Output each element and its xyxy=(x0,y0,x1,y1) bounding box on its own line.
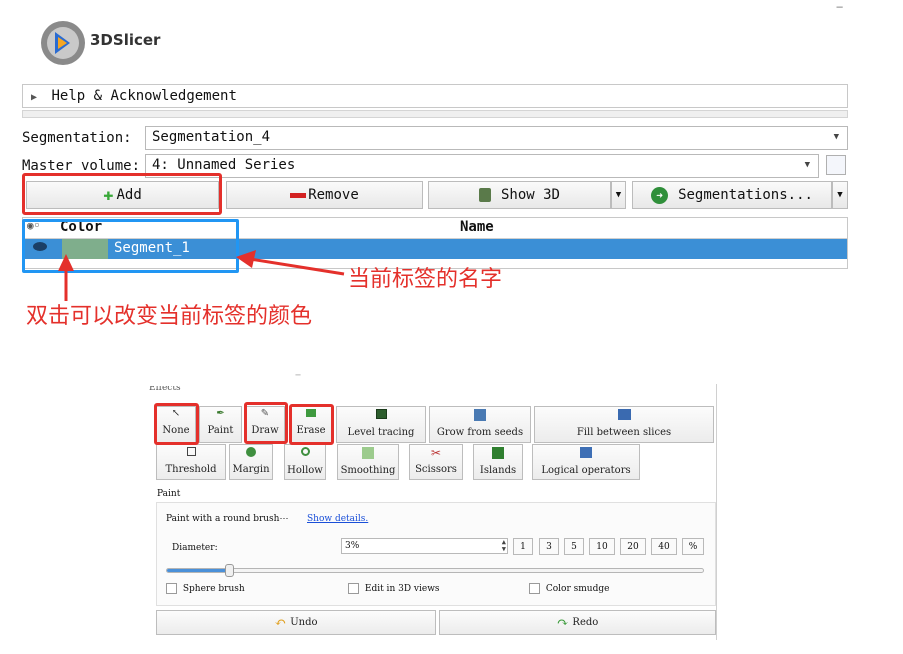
paint-description: Paint with a round brush⋯ xyxy=(166,514,289,524)
effect-scissors-button[interactable]: ✂ Scissors xyxy=(409,444,463,480)
logical-operators-icon xyxy=(580,447,592,458)
diameter-slider-handle[interactable] xyxy=(225,564,234,577)
effect-islands-button[interactable]: Islands xyxy=(473,444,523,480)
highlight-erase xyxy=(289,404,334,445)
undo-button[interactable]: ↶ Undo xyxy=(156,610,436,635)
diameter-preset-10[interactable]: 10 xyxy=(589,538,615,555)
highlight-draw xyxy=(244,402,288,444)
grow-seeds-icon xyxy=(474,409,486,421)
threshold-icon xyxy=(186,447,196,456)
edit-3d-checkbox[interactable] xyxy=(348,583,359,594)
redo-button[interactable]: ↷ Redo xyxy=(439,610,716,635)
islands-icon xyxy=(492,447,504,459)
effect-smoothing-button[interactable]: Smoothing xyxy=(337,444,399,480)
show-details-link[interactable]: Show details. xyxy=(307,514,368,524)
effect-level-tracing-button[interactable]: Level tracing xyxy=(336,406,426,443)
diameter-unit-toggle[interactable]: % xyxy=(682,538,704,555)
smoothing-icon xyxy=(362,447,374,459)
corner-icon: − xyxy=(836,0,844,14)
name-annotation: 当前标签的名字 xyxy=(348,267,503,292)
color-smudge-checkbox[interactable] xyxy=(529,583,540,594)
effect-threshold-button[interactable]: Threshold xyxy=(156,444,226,480)
diameter-preset-40[interactable]: 40 xyxy=(651,538,677,555)
highlight-none xyxy=(154,403,199,445)
color-smudge-option[interactable]: Color smudge xyxy=(529,583,609,594)
color-annotation: 双击可以改变当前标签的颜色 xyxy=(26,304,313,329)
effect-paint-button[interactable]: ✒ Paint xyxy=(199,406,242,443)
effects-section-label: Effects xyxy=(149,386,181,392)
diameter-preset-5[interactable]: 5 xyxy=(564,538,584,555)
diameter-preset-3[interactable]: 3 xyxy=(539,538,559,555)
scissors-icon: ✂ xyxy=(430,446,442,460)
effect-margin-button[interactable]: Margin xyxy=(229,444,273,480)
effect-hollow-button[interactable]: Hollow xyxy=(284,444,326,480)
diameter-slider-fill xyxy=(167,569,229,572)
redo-arrow-icon: ↷ xyxy=(556,614,569,631)
spin-arrows-icon[interactable]: ▲ ▼ xyxy=(502,539,506,553)
effect-fill-between-slices-button[interactable]: Fill between slices xyxy=(534,406,714,443)
effect-logical-operators-button[interactable]: Logical operators xyxy=(532,444,640,480)
diameter-input[interactable]: 3% ▲ ▼ xyxy=(341,538,508,554)
diameter-preset-20[interactable]: 20 xyxy=(620,538,646,555)
paintbrush-icon: ✒ xyxy=(216,408,225,419)
sphere-brush-checkbox[interactable] xyxy=(166,583,177,594)
hollow-icon xyxy=(300,447,310,456)
fill-slices-icon xyxy=(617,409,631,420)
diameter-slider-track[interactable] xyxy=(166,564,704,577)
paint-section-title: Paint xyxy=(157,489,181,499)
effect-grow-from-seeds-button[interactable]: Grow from seeds xyxy=(429,406,531,443)
diameter-label: Diameter: xyxy=(172,543,218,553)
sphere-brush-option[interactable]: Sphere brush xyxy=(166,583,245,594)
diameter-preset-1[interactable]: 1 xyxy=(513,538,533,555)
level-tracing-icon xyxy=(375,409,387,419)
undo-arrow-icon: ↶ xyxy=(274,614,287,631)
edit-3d-option[interactable]: Edit in 3D views xyxy=(348,583,440,594)
margin-icon xyxy=(246,447,256,457)
